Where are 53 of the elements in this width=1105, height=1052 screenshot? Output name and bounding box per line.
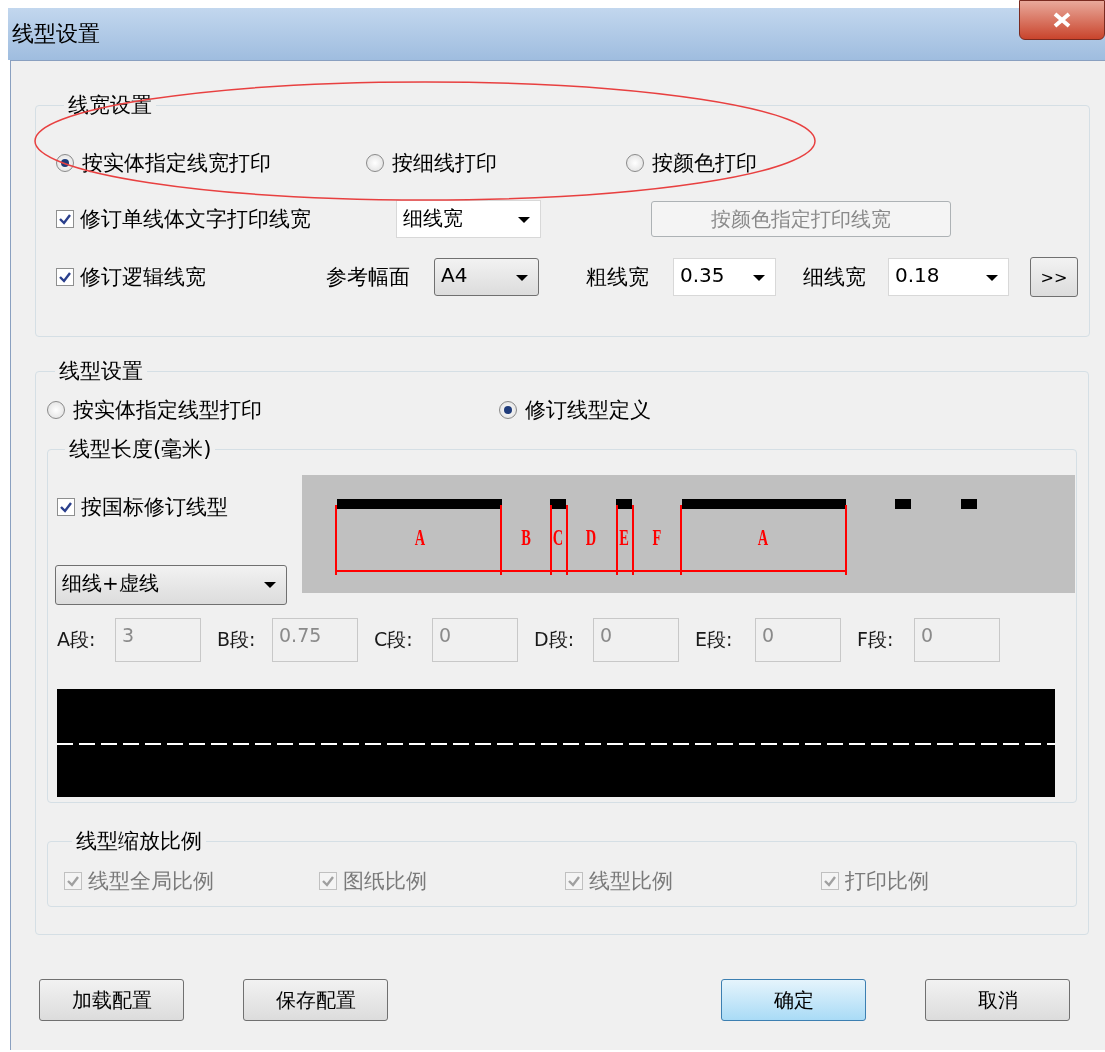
radio-option[interactable]: 按实体指定线宽打印 [56,149,271,177]
caret-icon [516,275,528,281]
segment-label: D段: [534,627,576,652]
checkbox-option[interactable]: 按国标修订线型 [57,493,302,521]
caret-icon [753,275,765,281]
radio-option[interactable]: 修订线型定义 [499,396,651,424]
segment-label: A段: [57,627,97,652]
dropdown[interactable]: 细线+虚线 [55,565,287,605]
segment-letter: B [521,523,531,550]
dialog-button[interactable]: 确定 [721,979,866,1021]
radio-option[interactable]: 按细线打印 [366,149,497,177]
close-icon [1051,11,1073,29]
dialog-button[interactable]: 保存配置 [243,979,388,1021]
group-title: 线型设置 [58,358,144,385]
more-button[interactable]: >> [1030,257,1078,297]
radio-option[interactable]: 按实体指定线型打印 [47,396,262,424]
group-title: 线型长度(毫米) [68,436,213,463]
caret-icon [264,582,276,588]
dropdown[interactable]: A4 [434,258,539,296]
checkbox-icon[interactable] [57,498,75,516]
segment-label: B段: [217,627,257,652]
dialog-button[interactable]: 加载配置 [39,979,184,1021]
window-title: 线型设置 [11,20,100,48]
checkbox-icon[interactable] [56,210,74,228]
segment-letter: D [585,523,597,550]
segment-letter: E [619,523,629,550]
segment-letter: F [652,523,662,550]
radio-icon[interactable] [499,401,517,419]
dialog-button[interactable]: 取消 [925,979,1070,1021]
segment-label: C段: [374,627,414,652]
caret-icon [518,217,530,223]
dropdown[interactable]: 0.18 [888,258,1009,296]
segment-letter: C [552,523,564,550]
segment-label: E段: [695,627,734,652]
dropdown[interactable]: 0.35 [673,258,776,296]
radio-icon[interactable] [626,154,644,172]
radio-icon[interactable] [47,401,65,419]
radio-icon[interactable] [56,154,74,172]
caret-icon [986,275,998,281]
checkbox-option[interactable]: 修订单线体文字打印线宽 [56,205,396,233]
segment-letter: A [414,523,426,550]
close-button[interactable] [1019,0,1105,40]
radio-icon[interactable] [366,154,384,172]
radio-option[interactable]: 按颜色打印 [626,149,757,177]
segment-letter: A [757,523,769,550]
checkbox-icon[interactable] [56,268,74,286]
checkbox-option[interactable]: 修订逻辑线宽 [56,263,326,291]
group-title: 线型缩放比例 [75,828,203,855]
segment-label: F段: [857,627,895,652]
dropdown[interactable]: 细线宽 [396,200,541,238]
thick-width-label: 粗线宽 [586,264,650,291]
paper-label: 参考幅面 [326,264,411,291]
thin-width-label: 细线宽 [803,264,867,291]
